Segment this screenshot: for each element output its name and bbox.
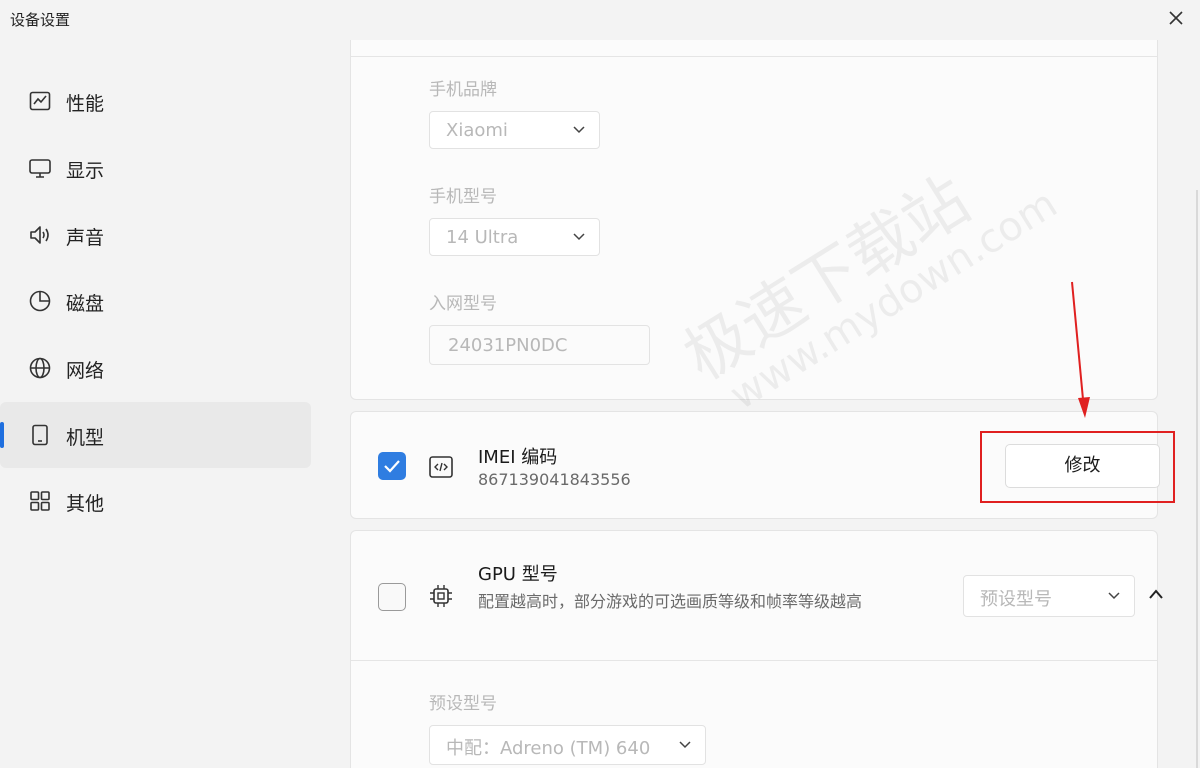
imei-value: 867139041843556 (478, 470, 631, 489)
monitor-icon (29, 159, 51, 178)
sidebar-item-performance[interactable]: 性能 (0, 68, 311, 134)
netmodel-label: 入网型号 (429, 294, 497, 314)
speaker-icon (30, 226, 49, 244)
sidebar-item-display[interactable]: 显示 (0, 135, 311, 201)
gpu-preset-select[interactable]: 预设型号 (963, 575, 1135, 617)
close-icon[interactable] (1166, 8, 1186, 28)
preset-select[interactable]: 中配：Adreno (TM) 640 (429, 725, 706, 765)
brand-value: Xiaomi (446, 120, 508, 141)
grid-icon (30, 491, 50, 511)
sidebar-item-label: 机型 (66, 427, 105, 449)
chip-icon (430, 585, 452, 607)
preset-value: 中配：Adreno (TM) 640 (446, 738, 651, 759)
netmodel-input[interactable]: 24031PN0DC (429, 325, 650, 365)
red-arrow-annotation (1071, 281, 1090, 418)
netmodel-value: 24031PN0DC (448, 335, 568, 356)
sidebar-item-other[interactable]: 其他 (0, 468, 311, 534)
chevron-down-icon (679, 741, 691, 749)
phone-icon (32, 424, 48, 446)
gpu-title: GPU 型号 (478, 564, 558, 585)
globe-icon (29, 357, 51, 379)
gpu-checkbox[interactable] (378, 583, 406, 611)
code-icon (429, 456, 453, 478)
sidebar: 性能 显示 声音 磁盘 网络 机型 其他 (0, 40, 322, 768)
sidebar-item-model[interactable]: 机型 (0, 402, 311, 468)
content-area: 手机品牌 Xiaomi 手机型号 14 Ultra 入网型号 24031PN0D… (322, 40, 1200, 768)
phone-info-card: 手机品牌 Xiaomi 手机型号 14 Ultra 入网型号 24031PN0D… (350, 40, 1158, 400)
model-label: 手机型号 (429, 187, 497, 207)
model-value: 14 Ultra (446, 227, 519, 248)
chevron-down-icon (573, 233, 585, 241)
sidebar-item-label: 磁盘 (66, 293, 105, 315)
sidebar-item-network[interactable]: 网络 (0, 335, 311, 401)
gpu-subtitle: 配置越高时，部分游戏的可选画质等级和帧率等级越高 (478, 592, 863, 611)
preset-label: 预设型号 (429, 694, 497, 714)
sidebar-item-sound[interactable]: 声音 (0, 202, 311, 268)
model-select[interactable]: 14 Ultra (429, 218, 600, 256)
sidebar-item-label: 性能 (66, 93, 105, 115)
sidebar-item-label: 显示 (66, 160, 105, 182)
chevron-down-icon (1108, 592, 1120, 600)
chevron-down-icon (573, 126, 585, 134)
title-bar: 设备设置 (0, 0, 1200, 40)
sidebar-item-label: 网络 (66, 360, 105, 382)
brand-label: 手机品牌 (429, 80, 497, 100)
active-indicator (0, 422, 4, 448)
gpu-card: GPU 型号 配置越高时，部分游戏的可选画质等级和帧率等级越高 预设型号 预设型… (350, 530, 1163, 768)
scrollbar[interactable] (1194, 40, 1200, 768)
sidebar-item-label: 其他 (66, 493, 105, 515)
chevron-up-icon[interactable] (1148, 588, 1164, 600)
highlight-box-annotation (980, 431, 1175, 503)
card-divider (351, 660, 1157, 661)
chart-icon (29, 91, 51, 111)
sidebar-item-label: 声音 (66, 227, 105, 249)
brand-select[interactable]: Xiaomi (429, 111, 600, 149)
imei-title: IMEI 编码 (478, 447, 558, 468)
gpu-select-value: 预设型号 (980, 589, 1052, 610)
window-title: 设备设置 (10, 11, 71, 29)
check-icon (384, 460, 400, 473)
sidebar-item-disk[interactable]: 磁盘 (0, 268, 311, 334)
card-divider (351, 56, 1157, 57)
pie-icon (29, 290, 51, 312)
imei-checkbox[interactable] (378, 452, 406, 480)
